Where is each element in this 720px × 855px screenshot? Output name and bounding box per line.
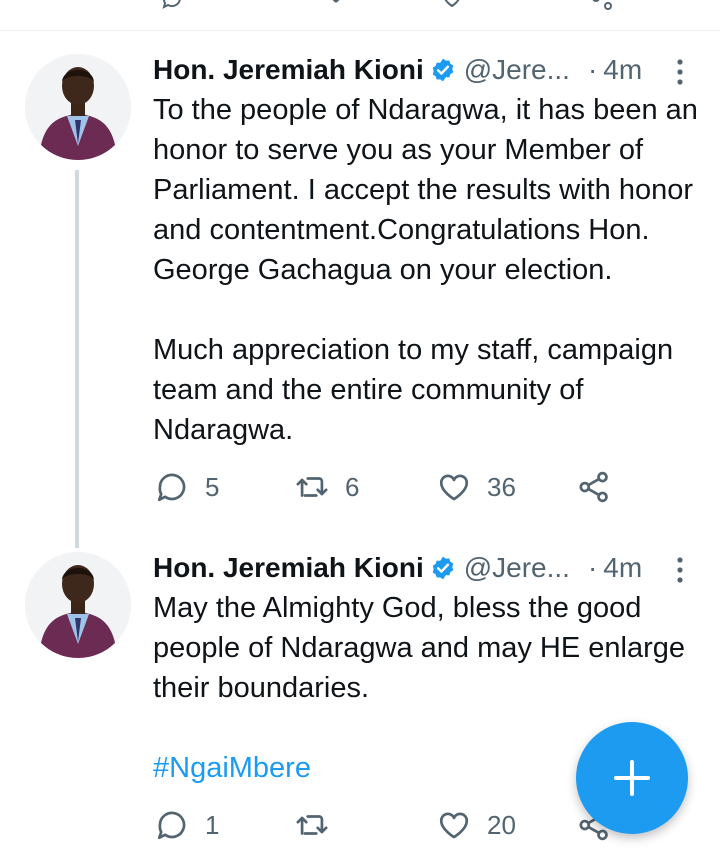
retweet-icon — [296, 477, 328, 497]
reply-count: 1 — [205, 809, 220, 840]
timestamp[interactable]: 4m — [603, 552, 642, 584]
more-vertical-icon[interactable] — [673, 57, 687, 87]
share-icon — [579, 471, 608, 503]
separator-dot: · — [587, 552, 598, 583]
separator-dot: · — [587, 54, 598, 85]
heart-icon — [444, 0, 460, 8]
author-handle[interactable]: @Jere... — [464, 552, 570, 584]
thread-line — [75, 170, 79, 548]
retweet-icon — [296, 815, 328, 835]
more-vertical-icon[interactable] — [673, 555, 687, 585]
reply-button[interactable]: 5 — [155, 467, 219, 507]
like-count: 20 — [487, 809, 516, 840]
reply-icon — [157, 811, 186, 840]
timestamp[interactable]: 4m — [603, 54, 642, 86]
retweet-button[interactable]: 6 — [295, 467, 359, 507]
reply-icon — [162, 0, 181, 9]
like-button[interactable]: 36 — [437, 467, 516, 507]
retweet-icon — [332, 0, 340, 3]
retweet-button[interactable] — [295, 805, 345, 845]
tweet-text: To the people of Ndaragwa, it has been a… — [153, 94, 698, 446]
verified-badge-icon — [432, 556, 454, 580]
reply-count: 5 — [205, 471, 220, 502]
like-count: 36 — [487, 471, 516, 502]
plus-icon — [614, 760, 650, 796]
share-button[interactable] — [577, 467, 611, 507]
author-name[interactable]: Hon. Jeremiah Kioni — [153, 54, 424, 86]
heart-icon — [439, 812, 469, 839]
retweet-count: 6 — [345, 471, 360, 502]
author-handle[interactable]: @Jere... — [464, 54, 570, 86]
avatar[interactable] — [25, 552, 131, 658]
reply-button[interactable]: 1 — [155, 805, 219, 845]
previous-tweet-actions — [0, 0, 720, 30]
tweet-header: Hon. Jeremiah Kioni @Jere... · 4m — [153, 52, 642, 88]
avatar[interactable] — [25, 54, 131, 160]
verified-badge-icon — [432, 58, 454, 82]
share-icon — [592, 0, 612, 10]
author-name[interactable]: Hon. Jeremiah Kioni — [153, 552, 424, 584]
avatar-photo — [25, 54, 131, 160]
divider — [0, 30, 720, 31]
compose-tweet-button[interactable] — [576, 722, 688, 834]
reply-icon — [157, 473, 186, 502]
tweet-header: Hon. Jeremiah Kioni @Jere... · 4m — [153, 550, 642, 586]
tweet-text: May the Almighty God, bless the good peo… — [153, 592, 694, 704]
like-button[interactable]: 20 — [437, 805, 516, 845]
heart-icon — [439, 474, 469, 501]
avatar-photo — [25, 552, 131, 658]
